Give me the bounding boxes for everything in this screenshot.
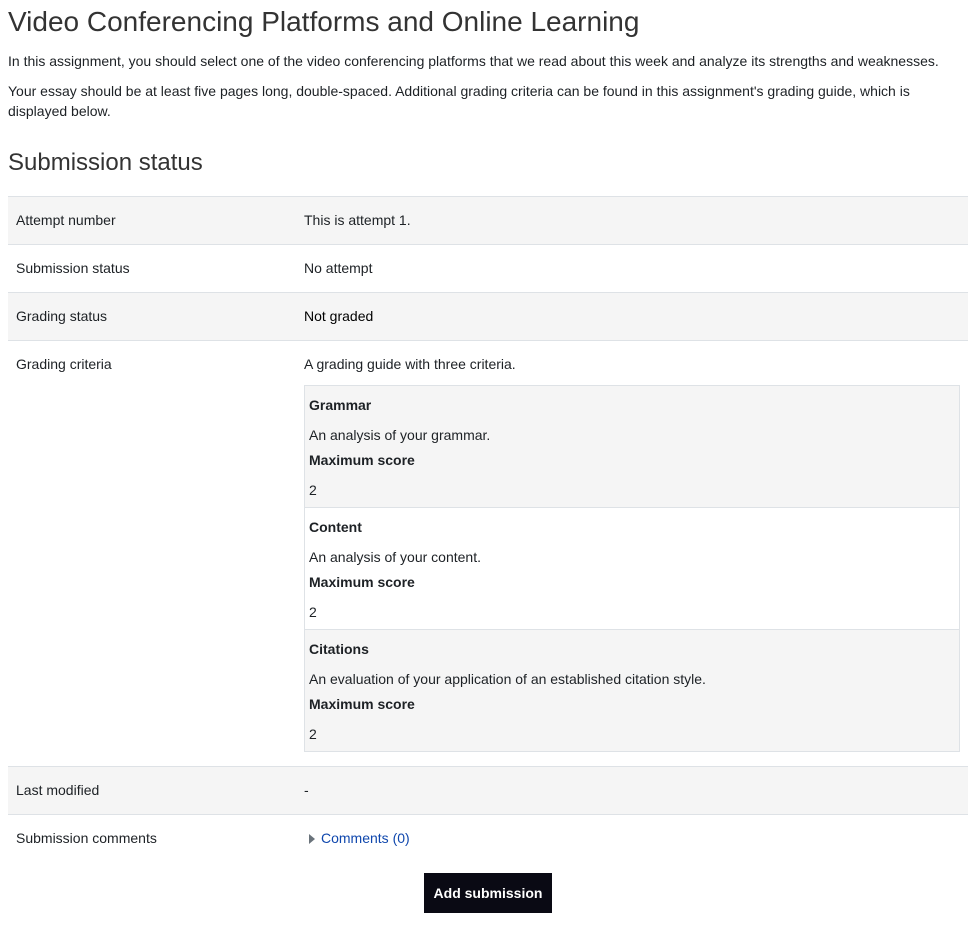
last-modified-value: - [296, 766, 968, 815]
criterion-name: Grammar [309, 397, 372, 413]
max-score-value: 2 [309, 726, 317, 742]
attempt-number-label: Attempt number [8, 196, 296, 245]
criterion-description: An analysis of your content. [309, 549, 481, 565]
submission-comments-cell: Comments (0) [296, 814, 968, 862]
submission-status-heading: Submission status [8, 149, 203, 176]
grading-status-value: Not graded [296, 292, 968, 341]
table-row: Attempt number This is attempt 1. [8, 196, 968, 245]
table-row: Last modified - [8, 766, 968, 815]
criterion-description: An evaluation of your application of an … [309, 671, 706, 687]
submission-status-table: Attempt number This is attempt 1. Submis… [8, 196, 968, 862]
table-row: Submission status No attempt [8, 244, 968, 293]
comments-link[interactable]: Comments (0) [321, 830, 410, 846]
max-score-value: 2 [309, 604, 317, 620]
table-row: Grading status Not graded [8, 292, 968, 341]
submission-comments-label: Submission comments [8, 814, 296, 862]
criterion-description: An analysis of your grammar. [309, 427, 491, 443]
max-score-label: Maximum score [309, 696, 415, 712]
submission-status-label: Submission status [8, 244, 296, 293]
criterion-name: Content [309, 519, 362, 535]
expand-triangle-icon[interactable] [309, 834, 315, 844]
page-title: Video Conferencing Platforms and Online … [8, 6, 640, 37]
max-score-value: 2 [309, 482, 317, 498]
max-score-label: Maximum score [309, 574, 415, 590]
grading-guide-intro: A grading guide with three criteria. [304, 356, 516, 372]
grading-status-text: Not graded [304, 308, 374, 324]
grading-guide: Grammar An analysis of your grammar. Max… [304, 385, 960, 752]
grading-criteria-cell: A grading guide with three criteria. Gra… [296, 340, 968, 767]
intro-paragraph-2: Your essay should be at least five pages… [8, 83, 910, 119]
table-row: Submission comments Comments (0) [8, 814, 968, 862]
button-container: Add submission [8, 873, 968, 913]
last-modified-label: Last modified [8, 766, 296, 815]
intro-paragraph-1: In this assignment, you should select on… [8, 53, 939, 69]
criterion-grammar: Grammar An analysis of your grammar. Max… [305, 386, 959, 507]
criterion-citations: Citations An evaluation of your applicat… [305, 629, 959, 751]
criterion-content: Content An analysis of your content. Max… [305, 507, 959, 629]
add-submission-button[interactable]: Add submission [423, 873, 553, 913]
max-score-label: Maximum score [309, 452, 415, 468]
grading-criteria-label: Grading criteria [8, 340, 296, 767]
submission-status-value: No attempt [296, 244, 968, 293]
criterion-name: Citations [309, 641, 369, 657]
grading-status-label: Grading status [8, 292, 296, 341]
table-row: Grading criteria A grading guide with th… [8, 340, 968, 767]
attempt-number-value: This is attempt 1. [296, 196, 968, 245]
